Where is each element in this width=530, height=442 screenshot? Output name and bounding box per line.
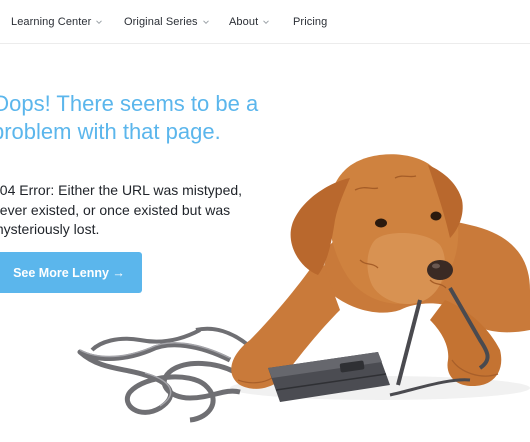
nav-item-label: Learning Center	[11, 16, 92, 28]
nav-item-label: Original Series	[124, 16, 198, 28]
tangled-tape	[77, 326, 250, 423]
nav-item-original-series[interactable]: Original Series	[124, 14, 210, 30]
nav-item-pricing[interactable]: Pricing	[293, 14, 327, 30]
dog-nose	[427, 260, 453, 280]
dog-eye-left	[375, 218, 387, 228]
nav-item-label: Pricing	[293, 16, 328, 28]
nav-item-about[interactable]: About	[229, 14, 270, 30]
nav-item-label: About	[229, 16, 259, 28]
top-nav: Learning Center Original Series About Pr…	[0, 0, 530, 44]
dog-eye-right	[430, 211, 442, 221]
chevron-down-icon	[96, 20, 103, 25]
chevron-down-icon	[202, 20, 209, 25]
dog-illustration	[77, 154, 530, 423]
chevron-down-icon	[263, 20, 270, 25]
nav-item-learning-center[interactable]: Learning Center	[11, 14, 103, 30]
